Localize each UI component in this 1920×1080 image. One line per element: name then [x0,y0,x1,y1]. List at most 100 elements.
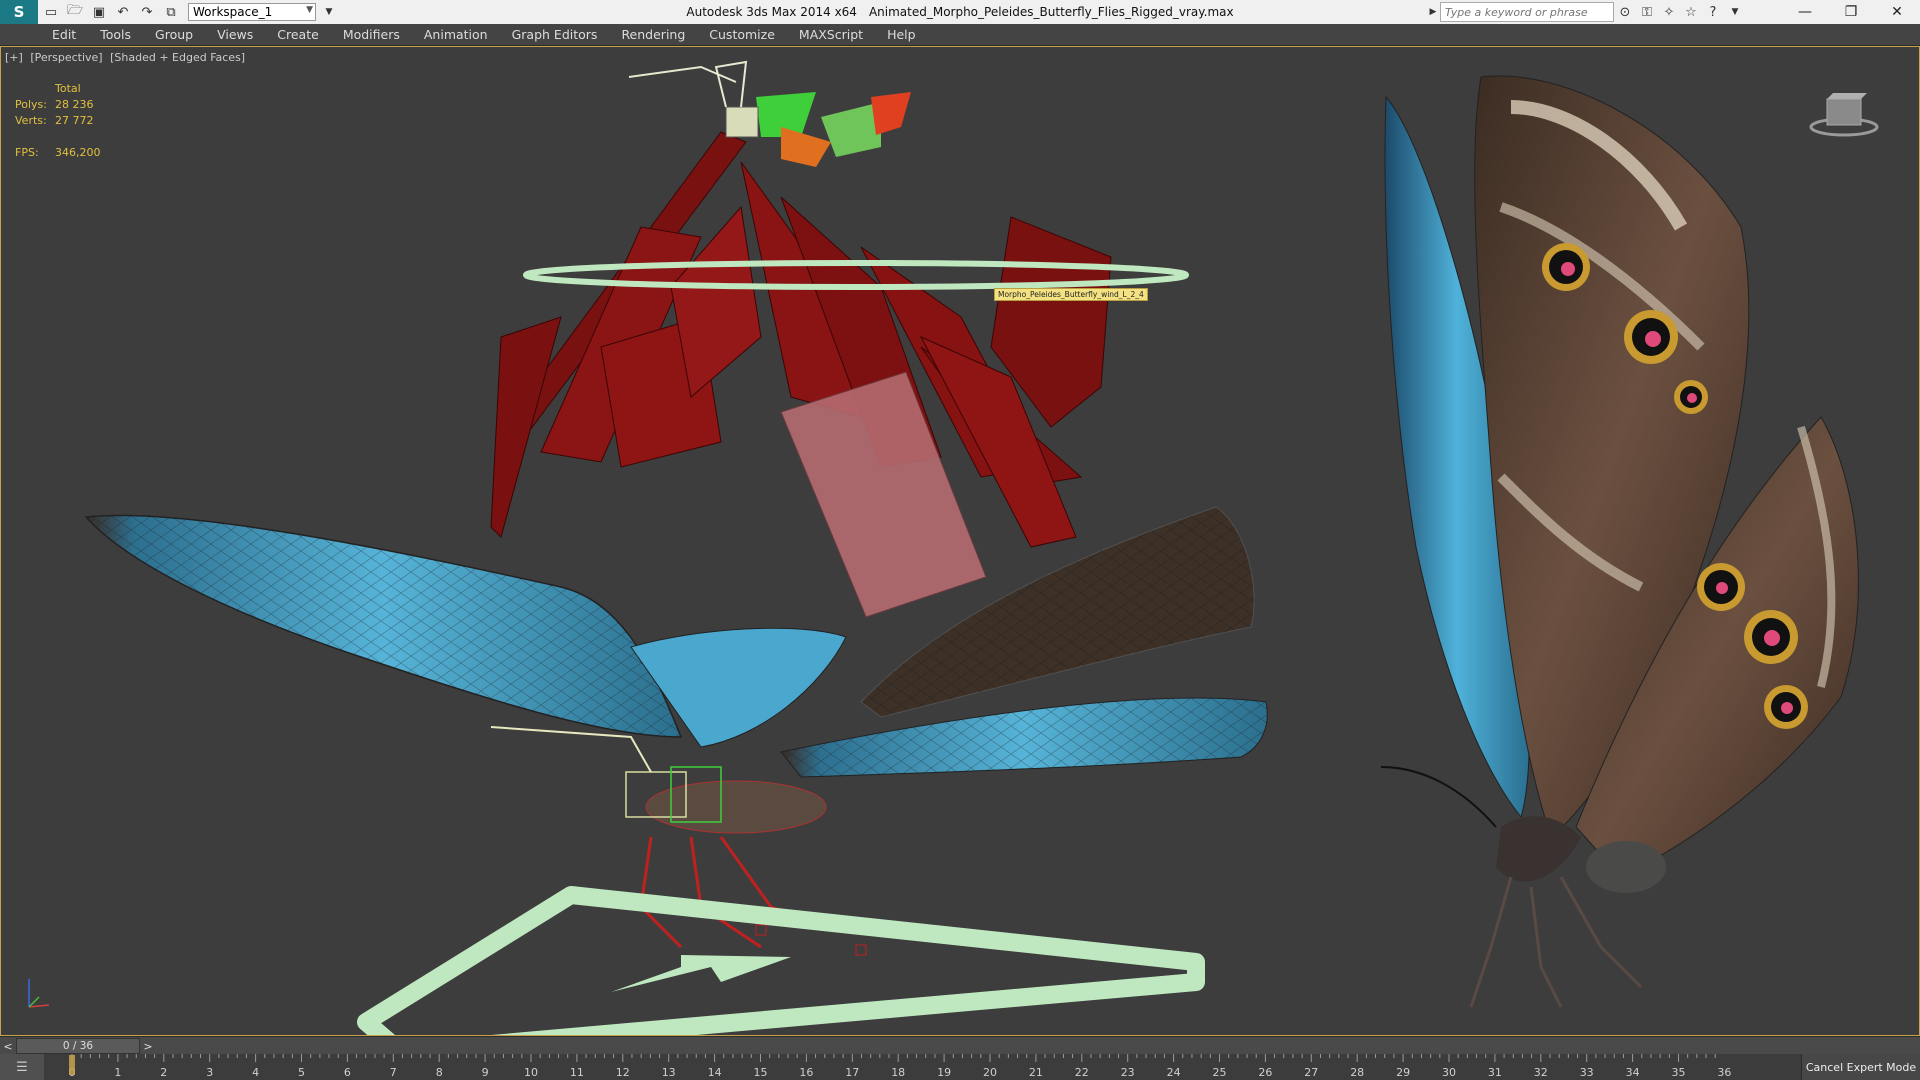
menu-group[interactable]: Group [155,27,193,42]
viewport-menu-label[interactable]: [+] [5,51,23,64]
ruler-tick-label: 10 [524,1066,538,1079]
stats-fps: FPS: 346,200 [15,146,101,159]
ruler-tick-label: 4 [252,1066,259,1079]
ruler-tick-label: 24 [1167,1066,1181,1079]
rendered-butterfly[interactable] [1380,75,1859,1008]
menu-customize[interactable]: Customize [709,27,775,42]
app-logo-icon[interactable]: S [0,0,38,24]
menu-help[interactable]: Help [887,27,916,42]
object-name-tooltip: Morpho_Peleides_Butterfly_wind_L_2_4 [994,288,1148,301]
head-gizmos[interactable] [628,60,911,167]
ruler-tick-label: 1 [114,1066,121,1079]
toolbar-overflow-icon[interactable]: ▼ [318,1,340,23]
ruler-tick-label: 36 [1717,1066,1731,1079]
search-input[interactable] [1440,2,1614,22]
key-icon[interactable]: ⚿ [1636,2,1658,22]
restore-icon[interactable]: ❐ [1828,0,1874,24]
search-expand-icon[interactable]: ▶ [1426,2,1440,22]
ruler-tick-label: 34 [1626,1066,1640,1079]
redo-icon[interactable]: ↷ [136,1,158,23]
perspective-viewport[interactable]: [+] [Perspective] [Shaded + Edged Faces]… [0,46,1920,1036]
ruler-tick-label: 23 [1121,1066,1135,1079]
ruler-tick-label: 5 [298,1066,305,1079]
infocenter-search: ▶ [1426,2,1614,22]
ruler-tick-label: 11 [570,1066,584,1079]
red-wing-bones[interactable] [490,131,1112,548]
file-name: Animated_Morpho_Peleides_Butterfly_Flies… [868,5,1234,19]
ruler-tick-label: 35 [1672,1066,1686,1079]
stats-polys: Polys: 28 236 [15,98,94,111]
ruler-tick-label: 18 [891,1066,905,1079]
ruler-tick-label: 6 [344,1066,351,1079]
star-icon[interactable]: ☆ [1680,2,1702,22]
help-icon[interactable]: ? [1702,2,1724,22]
open-file-icon[interactable]: 🗁 [64,1,86,23]
ruler-tick-label: 20 [983,1066,997,1079]
ruler-tick-label: 29 [1396,1066,1410,1079]
viewport-shading-label[interactable]: [Shaded + Edged Faces] [110,51,245,64]
menu-bar: Edit Tools Group Views Create Modifiers … [0,24,1920,46]
menu-tools[interactable]: Tools [100,27,131,42]
menu-views[interactable]: Views [217,27,253,42]
ruler-tick-label: 33 [1580,1066,1594,1079]
cancel-expert-mode-button[interactable]: Cancel Expert Mode [1801,1054,1920,1080]
title-bar: S ▭ 🗁 ▣ ↶ ↷ ⧉ Workspace_1 ▼ ▼ Autodesk 3… [0,0,1920,25]
workspace-dropdown[interactable]: Workspace_1 ▼ [188,3,316,21]
ruler-tick-label: 31 [1488,1066,1502,1079]
chevron-down-icon: ▼ [306,5,313,15]
track-bar: ☰ 01234567891011121314151617181920212223… [0,1054,1920,1080]
ruler-tick-label: 14 [708,1066,722,1079]
undo-icon[interactable]: ↶ [112,1,134,23]
binoculars-icon[interactable]: ⊙ [1614,2,1636,22]
stats-header: Total [55,82,81,95]
infocenter-tools: ⊙ ⚿ ✧ ☆ ? ▼ [1614,2,1746,22]
viewport-scene[interactable] [1,47,1919,1035]
help-dropdown-icon[interactable]: ▼ [1724,2,1746,22]
prev-frame-button[interactable]: < [0,1037,16,1055]
stats-verts: Verts: 27 772 [15,114,94,127]
axis-tripod-icon [28,979,50,1008]
ruler-tick-label: 22 [1075,1066,1089,1079]
time-slider-thumb[interactable]: 0 / 36 [16,1038,140,1054]
new-file-icon[interactable]: ▭ [40,1,62,23]
ruler-tick-label: 15 [754,1066,768,1079]
save-icon[interactable]: ▣ [88,1,110,23]
ruler-tick-label: 28 [1350,1066,1364,1079]
ruler-tick-label: 26 [1258,1066,1272,1079]
satellite-icon[interactable]: ✧ [1658,2,1680,22]
viewcube-icon[interactable] [1809,89,1879,139]
viewport-statistics: Total Polys: 28 236 Verts: 27 772 FPS: 346,… [15,81,101,161]
ruler-tick-label: 19 [937,1066,951,1079]
ruler-tick-label: 13 [662,1066,676,1079]
menu-graph-editors[interactable]: Graph Editors [512,27,598,42]
project-folder-icon[interactable]: ⧉ [160,1,182,23]
menu-modifiers[interactable]: Modifiers [343,27,400,42]
ruler-tick-label: 32 [1534,1066,1548,1079]
ruler-tick-label: 8 [436,1066,443,1079]
frame-ruler[interactable]: 0123456789101112131415161718192021222324… [44,1054,1800,1080]
menu-create[interactable]: Create [277,27,319,42]
menu-edit[interactable]: Edit [52,27,76,42]
current-frame-marker[interactable] [69,1055,75,1075]
window-controls: — ❐ ✕ [1782,0,1920,24]
menu-maxscript[interactable]: MAXScript [799,27,863,42]
menu-animation[interactable]: Animation [424,27,488,42]
menu-rendering[interactable]: Rendering [621,27,685,42]
viewport-label[interactable]: [+] [Perspective] [Shaded + Edged Faces] [5,51,249,64]
mini-curve-editor-icon[interactable]: ☰ [0,1054,44,1080]
viewport-pov-label[interactable]: [Perspective] [30,51,102,64]
path-control-triangle[interactable] [357,886,1205,1035]
minimize-icon[interactable]: — [1782,0,1828,24]
ruler-tick-label: 25 [1213,1066,1227,1079]
app-name: Autodesk 3ds Max 2014 x64 [686,5,857,19]
ruler-tick-label: 16 [799,1066,813,1079]
ruler-tick-label: 21 [1029,1066,1043,1079]
close-icon[interactable]: ✕ [1874,0,1920,24]
ruler-tick-label: 7 [390,1066,397,1079]
workspace-label: Workspace_1 [193,5,273,19]
ruler-tick-label: 12 [616,1066,630,1079]
ruler-tick-label: 30 [1442,1066,1456,1079]
time-slider[interactable]: < 0 / 36 > [0,1036,1920,1055]
next-frame-button[interactable]: > [140,1037,156,1055]
ruler-tick-label: 9 [482,1066,489,1079]
